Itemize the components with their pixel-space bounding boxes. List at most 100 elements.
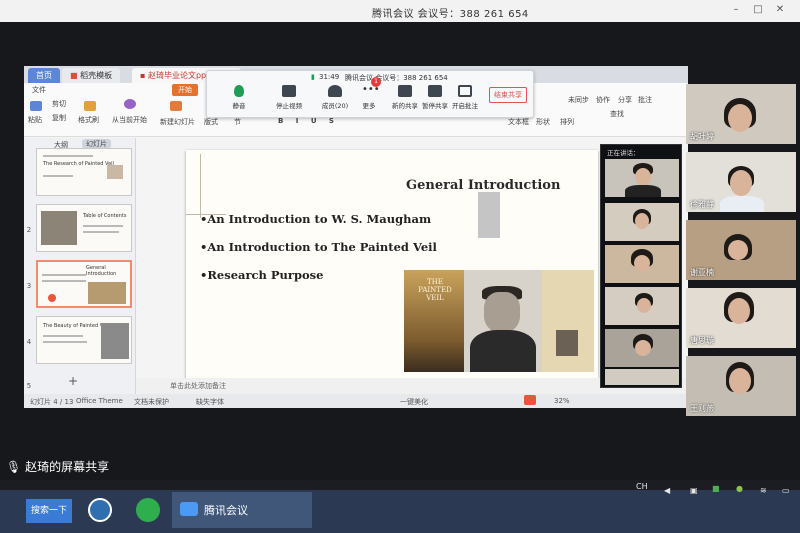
section-button[interactable]: 节 [234, 117, 241, 127]
thumb-title: The Beauty of Painted Veil [43, 323, 109, 329]
search-button[interactable]: 搜索一下 [26, 499, 72, 523]
copy-button[interactable]: 复制 [52, 113, 66, 123]
slide-decor-block [478, 192, 500, 238]
protect-status[interactable]: 文档未保护 [134, 397, 169, 407]
tab-start[interactable]: 开始 [172, 84, 198, 96]
minimize-icon[interactable]: – [730, 4, 742, 16]
new-slide-label: 新建幻灯片 [160, 118, 195, 126]
thumb-number: 3 [26, 282, 32, 290]
close-icon[interactable]: ✕ [774, 4, 786, 16]
mute-button[interactable]: 静音 [221, 85, 257, 110]
arrange-button[interactable]: 排列 [560, 117, 574, 127]
annotate-button[interactable]: 开启批注 [447, 85, 483, 110]
status-bar: 幻灯片 4 / 13 Office Theme 文档未保护 缺失字体 一键美化 … [24, 394, 688, 408]
slide-thumbnail[interactable]: The Research of Painted Veil [36, 148, 132, 196]
participant-video[interactable] [605, 369, 679, 385]
thumb-number: 4 [26, 338, 32, 346]
more-button[interactable]: ••• 更多 1 [351, 77, 387, 110]
play-icon[interactable] [124, 99, 136, 109]
play-from-current[interactable]: 从当前开始 [112, 115, 147, 125]
book-cover-image: THE PAINTED VEIL [404, 270, 464, 372]
paste-icon[interactable] [30, 101, 42, 111]
beautify-button[interactable]: 一键美化 [400, 397, 428, 407]
end-share-button[interactable]: 结束共享 [489, 87, 527, 103]
slide-thumbnail-panel: 大纲 幻灯片 2 The Research of Painted Veil Ta… [24, 138, 136, 394]
speaking-label: 正在讲话： [607, 149, 640, 157]
participant-name: 王则燕 [690, 404, 714, 413]
taskbar-app-tencent-meeting[interactable]: 腾讯会议 [172, 492, 312, 528]
participant-name: 徐雅静 [690, 200, 714, 209]
network-icon[interactable]: ▣ [690, 486, 698, 495]
tab-home[interactable]: 首页 [28, 68, 60, 83]
more-label: 更多 [362, 102, 376, 110]
wifi-icon[interactable]: ≋ [760, 486, 767, 495]
members-button[interactable]: 成员(20) [317, 85, 353, 110]
participant-video[interactable] [605, 159, 679, 197]
participant-name: 胡叶婷 [690, 132, 714, 141]
theme-name: Office Theme [76, 397, 123, 405]
notes-placeholder: 单击此处添加备注 [170, 382, 226, 390]
missing-font[interactable]: 缺失字体 [196, 397, 224, 407]
layout-button[interactable]: 版式 [204, 117, 218, 127]
file-menu[interactable]: 文件 [32, 85, 46, 95]
meeting-title: 腾讯会议 会议号：388 261 654 [372, 9, 529, 20]
members-label: 成员(20) [321, 102, 349, 110]
ime-indicator[interactable]: CH [636, 482, 648, 491]
annotate-label: 开启批注 [452, 102, 478, 110]
format-painter-icon[interactable] [84, 101, 96, 111]
stop-video-button[interactable]: 停止视频 [271, 85, 307, 110]
cut-button[interactable]: 剪切 [52, 99, 66, 109]
ppt-icon: ▪ [140, 71, 146, 80]
template-icon: ■ [70, 71, 78, 80]
meeting-toolbar: ▮ 31:49 腾讯会议 会议号：388 261 654 静音 停止视频 成员(… [206, 70, 534, 118]
participant-video[interactable]: 王则燕 [686, 356, 796, 416]
maximize-icon[interactable]: □ [752, 4, 764, 16]
collab-button[interactable]: 协作 [596, 95, 610, 105]
share-button[interactable]: 分享 [618, 95, 632, 105]
share-screen-icon [398, 85, 412, 97]
pause-icon [428, 85, 442, 97]
sync-status[interactable]: 未同步 [568, 95, 589, 105]
stop-video-label: 停止视频 [276, 102, 302, 110]
security-icon[interactable]: ■ [712, 484, 720, 493]
shape-button[interactable]: 形状 [536, 117, 550, 127]
slide-counter: 幻灯片 4 / 13 [30, 398, 74, 406]
sogou-icon[interactable] [88, 498, 112, 522]
zoom-level[interactable]: 32% [554, 397, 570, 405]
tab-templates[interactable]: ■ 稻壳模板 [62, 68, 121, 83]
thumb-title: General Introduction [86, 265, 117, 277]
participant-video[interactable]: 徐雅静 [686, 152, 796, 212]
textbox-button[interactable]: 文本框 [508, 117, 529, 127]
current-slide[interactable]: General Introduction •An Introduction to… [186, 150, 598, 380]
slide-thumbnail[interactable]: Table of Contents [36, 204, 132, 252]
tencent-meeting-icon [180, 502, 198, 516]
participant-video[interactable] [605, 245, 679, 283]
battery-icon[interactable]: ▭ [782, 486, 790, 495]
participant-video[interactable]: 唐思璇 [686, 288, 796, 348]
notification-badge: 1 [371, 77, 381, 87]
slide-bullet: •An Introduction to W. S. Maugham [200, 212, 432, 226]
play-icon[interactable] [524, 395, 536, 405]
find-button[interactable]: 查找 [610, 109, 624, 119]
taskbar [0, 490, 800, 533]
tray-app-icon[interactable]: ● [736, 484, 743, 493]
participant-video[interactable]: 胡叶婷 [686, 84, 796, 144]
participant-video[interactable] [605, 329, 679, 367]
slide-thumbnail[interactable]: The Beauty of Painted Veil [36, 316, 132, 364]
thumb-title: The Research of Painted Veil [43, 161, 114, 167]
participant-video[interactable]: 谢亚楠 [686, 220, 796, 280]
add-slide-button[interactable]: + [68, 374, 78, 388]
browser-icon[interactable] [136, 498, 160, 522]
new-slide-icon[interactable] [170, 101, 182, 111]
members-icon [328, 85, 342, 97]
slide-thumbnail-selected[interactable]: General Introduction [36, 260, 132, 308]
portrait-image [464, 270, 542, 372]
participant-video[interactable] [605, 203, 679, 241]
participant-name: 谢亚楠 [690, 268, 714, 277]
font-style-buttons[interactable]: B I U S [278, 117, 339, 125]
comment-button[interactable]: 批注 [638, 95, 652, 105]
microphone-icon: 🎙 [6, 460, 22, 474]
volume-icon[interactable]: ◀ [664, 486, 670, 495]
participant-video[interactable] [605, 287, 679, 325]
thumb-image [41, 211, 77, 245]
